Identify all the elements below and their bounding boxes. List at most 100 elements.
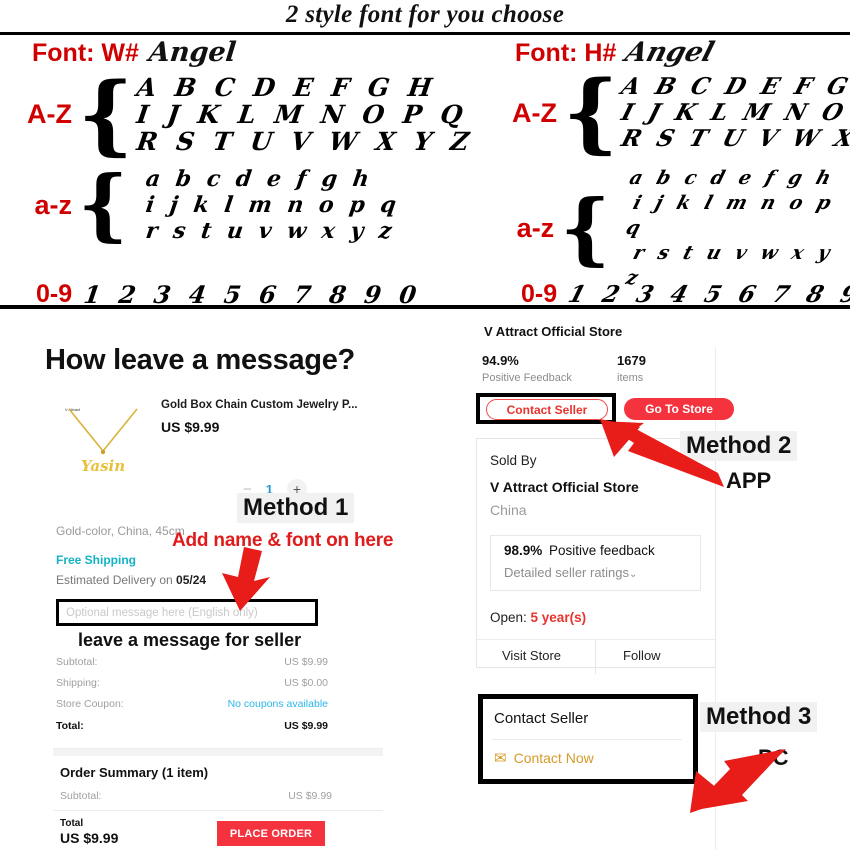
font-h-lowercase-group: a-z { a b c d e f g h i j k l m n o p q … [485, 166, 850, 291]
font-h-lowercase-rows: a b c d e f g h i j k l m n o p q r s t … [624, 166, 850, 291]
svg-text:V Attract: V Attract [65, 407, 81, 412]
price-row-label: Total: [56, 720, 84, 732]
table-row: Shipping: US $0.00 [56, 677, 328, 689]
arrow-down-left-icon [690, 749, 786, 813]
product-title: Gold Box Chain Custom Jewelry P... [161, 399, 358, 411]
font-w-uppercase-rows: A B C D E F G H I J K L M N O P Q R S T … [135, 73, 476, 156]
brace-icon: { [78, 63, 134, 165]
estimated-delivery-prefix: Estimated Delivery on [56, 573, 177, 587]
contact-seller-button[interactable]: Contact Seller [486, 399, 608, 420]
font-w-uppercase-range: A-Z [27, 99, 72, 129]
items-label: items [617, 372, 644, 384]
store-name-header: V Attract Official Store [484, 324, 623, 339]
brace-icon: { [78, 159, 129, 250]
annotation-method-1: Method 1 [237, 493, 355, 523]
font-h-uppercase-range: A-Z [512, 97, 557, 128]
alphabet-row: a b c d e f g h [144, 166, 375, 192]
order-summary-subtotal-label: Subtotal: [60, 790, 102, 802]
positive-feedback-percent: 94.9% [482, 353, 519, 368]
font-w-header: Font: W# Angel [0, 36, 457, 72]
font-h-uppercase-group: A-Z { A B C D E F G H I J K L M N O P 2 … [485, 62, 850, 163]
annotation-app: APP [726, 468, 772, 493]
font-column-h: Font: H#Angel A-Z { A B C D E F G H I J … [425, 36, 850, 308]
place-order-button[interactable]: PLACE ORDER [217, 821, 325, 846]
order-summary-subtotal-value: US $9.99 [288, 790, 332, 802]
contact-now-label: Contact Now [513, 750, 594, 766]
arrow-down-icon [222, 547, 270, 611]
divider [595, 640, 596, 674]
items-count: 1679 [617, 353, 646, 368]
font-h-uppercase-rows: A B C D E F G H I J K L M N O P 2 R S T … [618, 73, 850, 152]
envelope-icon: ✉ [494, 750, 507, 767]
font-h-header: Font: H# Angel [425, 36, 850, 72]
free-shipping-label: Free Shipping [56, 553, 137, 567]
title-divider [0, 32, 850, 35]
follow-button[interactable]: Follow [623, 648, 661, 663]
price-row-label: Shipping: [56, 677, 100, 689]
detailed-seller-ratings-toggle[interactable]: Detailed seller ratings⌄ [504, 565, 637, 580]
font-w-sample: Angel [147, 37, 238, 68]
how-to-message-section: How leave a message? V Attract Yasin Gol… [0, 311, 850, 850]
section-divider [0, 305, 850, 309]
font-h-lowercase-range: a-z [516, 213, 555, 243]
brace-icon: { [563, 62, 619, 163]
contact-now-link[interactable]: ✉ Contact Now [494, 749, 594, 767]
brace-icon: { [560, 182, 611, 274]
svg-text:Yasin: Yasin [81, 457, 125, 475]
section-title: How leave a message? [45, 344, 355, 376]
open-years-row: Open: 5 year(s) [490, 610, 586, 625]
order-summary-title: Order Summary (1 item) [60, 765, 209, 780]
feedback-percent-value: 98.9% [504, 543, 543, 558]
arrow-up-left-icon [600, 419, 724, 487]
price-row-value[interactable]: No coupons available [228, 698, 328, 710]
product-variant: Gold-color, China, 45cm [56, 524, 185, 538]
total-value: US $9.99 [60, 830, 119, 846]
order-summary-subtotal-row: Subtotal: US $9.99 [60, 790, 332, 802]
font-w-lowercase-rows: a b c d e f g h i j k l m n o p q r s t … [144, 166, 402, 244]
annotation-method-3: Method 3 [700, 702, 818, 732]
alphabet-row: i j k l m n o p q [144, 192, 402, 218]
detailed-seller-ratings-label: Detailed seller ratings [504, 565, 630, 580]
estimated-delivery: Estimated Delivery on 05/24 [56, 573, 206, 587]
table-row: Store Coupon: No coupons available [56, 698, 328, 710]
product-thumbnail[interactable]: V Attract Yasin [53, 389, 153, 489]
section-separator [53, 748, 383, 756]
price-row-value: US $9.99 [284, 656, 328, 668]
contact-seller-title: Contact Seller [494, 710, 589, 727]
price-row-label: Subtotal: [56, 656, 98, 668]
product-price: US $9.99 [161, 419, 220, 435]
sold-by-country: China [490, 502, 527, 518]
chevron-down-icon: ⌄ [629, 569, 638, 580]
sold-by-label: Sold By [490, 453, 537, 468]
alphabet-row: A B C D E F G H [618, 73, 850, 100]
feedback-percent-label: Positive feedback [549, 543, 655, 558]
table-row: Subtotal: US $9.99 [56, 656, 328, 668]
font-h-sample: Angel [622, 37, 718, 68]
alphabet-row: i j k l m n o p q [623, 192, 838, 239]
divider [53, 810, 383, 811]
leave-message-caption: leave a message for seller [78, 630, 302, 650]
font-column-w: Font: W# Angel A-Z { A B C D E F G H I J … [0, 36, 476, 309]
font-w-lowercase-range: a-z [34, 189, 72, 220]
font-w-lowercase-group: a-z { a b c d e f g h i j k l m n o p q … [0, 159, 402, 250]
alphabet-row: I J K L M N O P 2 [618, 99, 850, 126]
divider [492, 739, 682, 740]
price-row-value: US $0.00 [284, 677, 328, 689]
alphabet-row: R S T U V W X Y Z [618, 125, 850, 152]
font-w-uppercase-group: A-Z { A B C D E F G H I J K L M N O P Q … [0, 63, 476, 165]
divider [477, 639, 715, 640]
open-label: Open: [490, 610, 531, 625]
alphabet-row: r s t u v w x y z [144, 218, 398, 244]
digits-row: 1 2 3 4 5 6 7 8 9 0 [565, 281, 850, 308]
total-label: Total [60, 818, 84, 829]
positive-feedback-label: Positive Feedback [482, 372, 572, 384]
visit-store-button[interactable]: Visit Store [502, 648, 561, 663]
font-styles-panel: 2 style font for you choose Font: W# Ange… [0, 0, 850, 311]
price-row-value: US $9.99 [284, 720, 328, 732]
page-title: 2 style font for you choose [285, 1, 565, 28]
table-row: Total: US $9.99 [56, 720, 328, 732]
alphabet-row: a b c d e f g h [627, 167, 838, 189]
price-row-label: Store Coupon: [56, 698, 124, 710]
estimated-delivery-date: 05/24 [176, 573, 207, 587]
open-value: 5 year(s) [530, 610, 587, 625]
